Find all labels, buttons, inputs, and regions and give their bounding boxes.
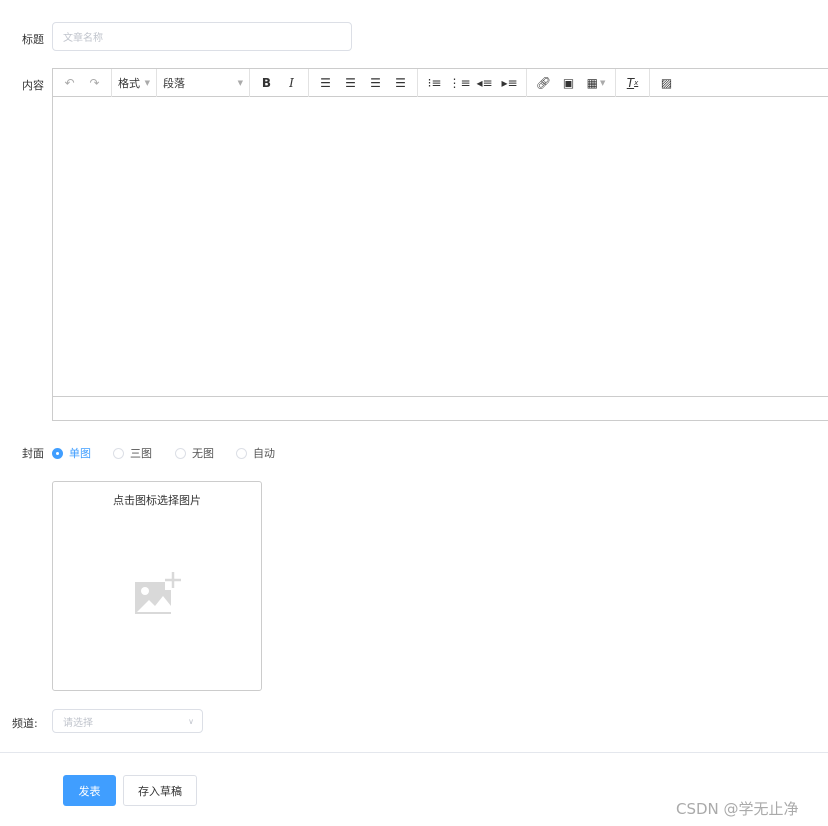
rich-text-editor: ↶ ↷ 格式 ▼ 段落 ▼ BI ☰ ☰ ☰ ☰ ⁝≡ ⋮≡ ◂≡ ▸≡ 🔗︎ ▣ ▦ ▼ Tx ▨ (52, 68, 828, 421)
radio-label: 单图 (69, 447, 91, 460)
clear-format-icon[interactable]: Tx (620, 71, 645, 95)
cover-label: 封面 (22, 447, 44, 460)
italic-icon[interactable]: I (279, 71, 304, 95)
divider (0, 752, 828, 753)
title-placeholder: 文章名称 (63, 33, 103, 44)
table-icon[interactable]: ▦ ▼ (581, 71, 611, 95)
bold-icon[interactable]: B (254, 71, 279, 95)
radio-icon (236, 447, 247, 459)
caret-down-icon: ▼ (237, 78, 243, 87)
cover-radio-three[interactable]: 三图 (113, 445, 152, 461)
align-right-icon[interactable]: ☰ (363, 71, 388, 95)
editor-statusbar (53, 396, 828, 420)
align-justify-icon[interactable]: ☰ (388, 71, 413, 95)
radio-label: 无图 (192, 447, 214, 460)
undo-icon[interactable]: ↶ (57, 71, 82, 95)
redo-icon[interactable]: ↷ (82, 71, 107, 95)
image-icon[interactable]: ▨ (654, 71, 679, 95)
format-dropdown[interactable]: 格式 ▼ (114, 71, 154, 95)
publish-button[interactable]: 发表 (63, 775, 116, 806)
caret-down-icon: ▼ (144, 78, 150, 87)
media-icon[interactable]: ▣ (556, 71, 581, 95)
chevron-down-icon: ∨ (188, 716, 194, 726)
channel-select[interactable]: 请选择 ∨ (52, 709, 203, 733)
cover-hint: 点击图标选择图片 (113, 494, 201, 507)
watermark: CSDN @学无止净 (676, 800, 799, 818)
cover-radio-auto[interactable]: 自动 (236, 445, 275, 461)
channel-label: 频道: (12, 717, 38, 730)
save-draft-button[interactable]: 存入草稿 (123, 775, 197, 806)
format-label: 格式 (118, 76, 140, 90)
channel-placeholder: 请选择 (63, 717, 93, 729)
radio-checked-icon (52, 447, 63, 459)
add-image-icon[interactable] (133, 572, 181, 616)
bullet-list-icon[interactable]: ⁝≡ (422, 71, 447, 95)
numbered-list-icon[interactable]: ⋮≡ (447, 71, 472, 95)
content-label: 内容 (22, 79, 44, 92)
link-icon[interactable]: 🔗︎ (531, 71, 556, 95)
editor-toolbar: ↶ ↷ 格式 ▼ 段落 ▼ BI ☰ ☰ ☰ ☰ ⁝≡ ⋮≡ ◂≡ ▸≡ 🔗︎ ▣ ▦ ▼ Tx ▨ (53, 68, 828, 97)
radio-icon (175, 447, 186, 459)
cover-radio-single[interactable]: 单图 (52, 445, 91, 461)
align-center-icon[interactable]: ☰ (338, 71, 363, 95)
radio-label: 自动 (253, 447, 275, 460)
radio-label: 三图 (130, 447, 152, 460)
radio-icon (113, 447, 124, 459)
block-label: 段落 (163, 76, 185, 90)
cover-upload-box[interactable]: 点击图标选择图片 (52, 481, 262, 691)
editor-body[interactable] (53, 97, 828, 396)
align-left-icon[interactable]: ☰ (313, 71, 338, 95)
title-label: 标题 (22, 33, 44, 46)
block-dropdown[interactable]: 段落 ▼ (159, 71, 247, 95)
title-input[interactable]: 文章名称 (52, 22, 352, 51)
cover-radio-none[interactable]: 无图 (175, 445, 214, 461)
outdent-icon[interactable]: ◂≡ (472, 71, 497, 95)
indent-icon[interactable]: ▸≡ (497, 71, 522, 95)
